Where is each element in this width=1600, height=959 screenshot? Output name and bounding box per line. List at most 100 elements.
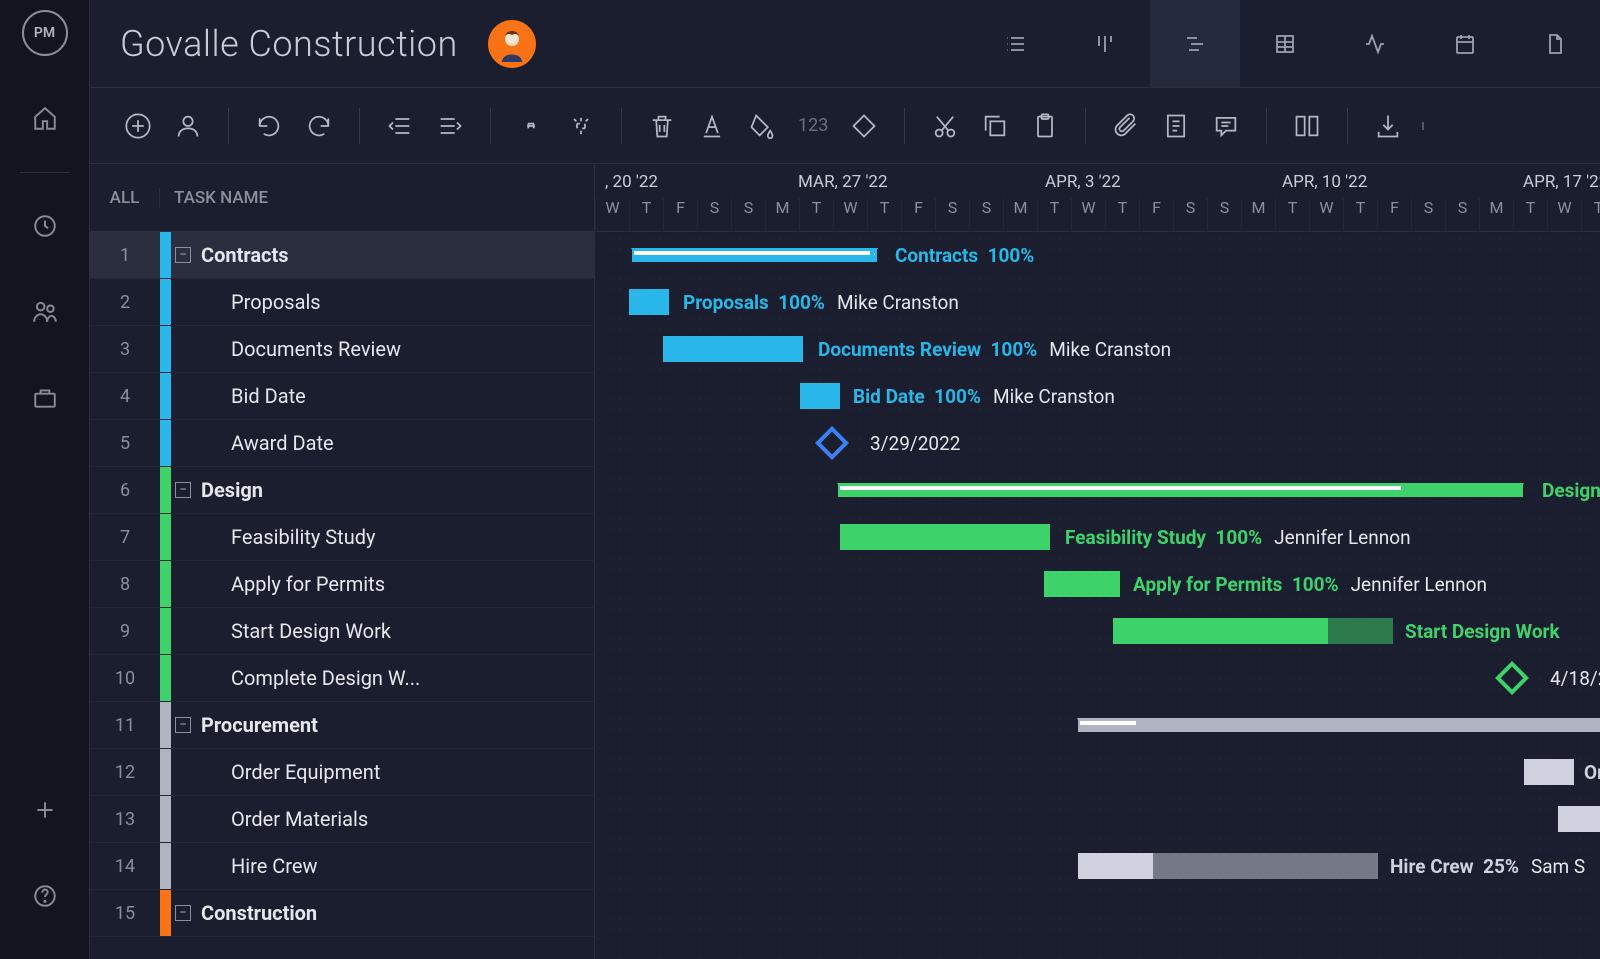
timeline-day-label: F bbox=[901, 198, 935, 232]
timeline-day-label: W bbox=[1071, 198, 1105, 232]
task-row[interactable]: 1−Contracts bbox=[90, 232, 594, 279]
task-row[interactable]: 7Feasibility Study bbox=[90, 514, 594, 561]
gantt-row bbox=[595, 890, 1600, 937]
app-logo[interactable]: PM bbox=[22, 10, 68, 56]
help-icon[interactable] bbox=[22, 873, 68, 919]
people-icon[interactable] bbox=[22, 289, 68, 335]
task-number: 1 bbox=[90, 245, 160, 266]
outdent-button[interactable] bbox=[382, 108, 418, 144]
task-row[interactable]: 8Apply for Permits bbox=[90, 561, 594, 608]
board-view-tab[interactable] bbox=[1060, 0, 1150, 87]
task-row[interactable]: 3 Documents Review bbox=[90, 326, 594, 373]
task-row[interactable]: 15−Construction bbox=[90, 890, 594, 937]
task-row[interactable]: 12Order Equipment bbox=[90, 749, 594, 796]
task-number: 14 bbox=[90, 856, 160, 877]
undo-button[interactable] bbox=[251, 108, 287, 144]
import-button[interactable] bbox=[1370, 108, 1406, 144]
gantt-task-bar[interactable] bbox=[800, 383, 840, 409]
gantt-task-bar[interactable] bbox=[1558, 806, 1600, 832]
task-number: 2 bbox=[90, 292, 160, 313]
gantt-parent-bar[interactable] bbox=[632, 248, 877, 262]
gantt-task-bar[interactable] bbox=[1078, 853, 1378, 879]
gantt-task-bar[interactable] bbox=[1044, 571, 1120, 597]
gantt-task-bar[interactable] bbox=[1113, 618, 1393, 644]
task-color-stripe bbox=[160, 279, 171, 325]
collapse-icon[interactable]: − bbox=[175, 247, 191, 263]
briefcase-icon[interactable] bbox=[22, 375, 68, 421]
task-name-label: Documents Review bbox=[231, 337, 401, 361]
gantt-row: Hire Crew 25%Sam S bbox=[595, 843, 1600, 890]
clock-icon[interactable] bbox=[22, 203, 68, 249]
task-color-stripe bbox=[160, 514, 171, 560]
task-row[interactable]: 14Hire Crew bbox=[90, 843, 594, 890]
file-view-tab[interactable] bbox=[1510, 0, 1600, 87]
milestone-marker[interactable] bbox=[815, 426, 849, 460]
calendar-view-tab[interactable] bbox=[1420, 0, 1510, 87]
task-name-label: Order Materials bbox=[231, 807, 368, 831]
fill-color-button[interactable] bbox=[744, 108, 780, 144]
task-name-label: Complete Design W... bbox=[231, 666, 420, 690]
indent-button[interactable] bbox=[432, 108, 468, 144]
collapse-icon[interactable]: − bbox=[175, 717, 191, 733]
gantt-task-bar[interactable] bbox=[663, 336, 803, 362]
collapse-icon[interactable]: − bbox=[175, 482, 191, 498]
add-task-button[interactable] bbox=[120, 108, 156, 144]
task-row[interactable]: 10Complete Design W... bbox=[90, 655, 594, 702]
gantt-row: Or bbox=[595, 796, 1600, 843]
task-row[interactable]: 9Start Design Work bbox=[90, 608, 594, 655]
gantt-row: Contracts 100% bbox=[595, 232, 1600, 279]
link-button[interactable] bbox=[513, 108, 549, 144]
gantt-task-bar[interactable] bbox=[629, 289, 669, 315]
gantt-task-bar[interactable] bbox=[840, 524, 1050, 550]
unlink-button[interactable] bbox=[563, 108, 599, 144]
activity-view-tab[interactable] bbox=[1330, 0, 1420, 87]
timeline-day-label: T bbox=[1513, 198, 1547, 232]
task-number: 3 bbox=[90, 339, 160, 360]
column-task-name[interactable]: TASK NAME bbox=[160, 188, 268, 208]
task-row[interactable]: 11−Procurement bbox=[90, 702, 594, 749]
comment-button[interactable] bbox=[1208, 108, 1244, 144]
task-row[interactable]: 4Bid Date bbox=[90, 373, 594, 420]
milestone-marker[interactable] bbox=[1495, 661, 1529, 695]
more-button[interactable] bbox=[1420, 108, 1432, 144]
copy-button[interactable] bbox=[977, 108, 1013, 144]
gantt-body[interactable]: Contracts 100%Proposals 100%Mike Cransto… bbox=[595, 232, 1600, 959]
task-number: 9 bbox=[90, 621, 160, 642]
gantt-bar-label: Start Design Work bbox=[1405, 618, 1560, 644]
columns-button[interactable] bbox=[1289, 108, 1325, 144]
milestone-button[interactable] bbox=[846, 108, 882, 144]
timeline-day-label: W bbox=[1309, 198, 1343, 232]
gantt-bar-label: Feasibility Study 100%Jennifer Lennon bbox=[1065, 524, 1411, 550]
timeline-day-label: S bbox=[1207, 198, 1241, 232]
timeline-day-label: F bbox=[663, 198, 697, 232]
add-icon[interactable] bbox=[22, 787, 68, 833]
list-view-tab[interactable] bbox=[970, 0, 1060, 87]
redo-button[interactable] bbox=[301, 108, 337, 144]
sheet-view-tab[interactable] bbox=[1240, 0, 1330, 87]
collapse-icon[interactable]: − bbox=[175, 905, 191, 921]
user-avatar[interactable] bbox=[488, 20, 536, 68]
task-row[interactable]: 2Proposals bbox=[90, 279, 594, 326]
attach-button[interactable] bbox=[1108, 108, 1144, 144]
task-number: 4 bbox=[90, 386, 160, 407]
gantt-parent-bar[interactable] bbox=[838, 483, 1523, 497]
gantt-task-bar[interactable] bbox=[1524, 759, 1574, 785]
gantt-view-tab[interactable] bbox=[1150, 0, 1240, 87]
home-icon[interactable] bbox=[22, 96, 68, 142]
task-row[interactable]: 6−Design bbox=[90, 467, 594, 514]
assign-button[interactable] bbox=[170, 108, 206, 144]
task-row[interactable]: 5Award Date bbox=[90, 420, 594, 467]
column-all[interactable]: ALL bbox=[90, 188, 160, 208]
task-color-stripe bbox=[160, 232, 171, 278]
cut-button[interactable] bbox=[927, 108, 963, 144]
notes-button[interactable] bbox=[1158, 108, 1194, 144]
text-color-button[interactable] bbox=[694, 108, 730, 144]
task-number: 7 bbox=[90, 527, 160, 548]
gantt-row: Proposals 100%Mike Cranston bbox=[595, 279, 1600, 326]
delete-button[interactable] bbox=[644, 108, 680, 144]
task-number: 15 bbox=[90, 903, 160, 924]
paste-button[interactable] bbox=[1027, 108, 1063, 144]
gantt-parent-bar[interactable] bbox=[1078, 718, 1600, 732]
task-row[interactable]: 13Order Materials bbox=[90, 796, 594, 843]
timeline-day-label: T bbox=[799, 198, 833, 232]
